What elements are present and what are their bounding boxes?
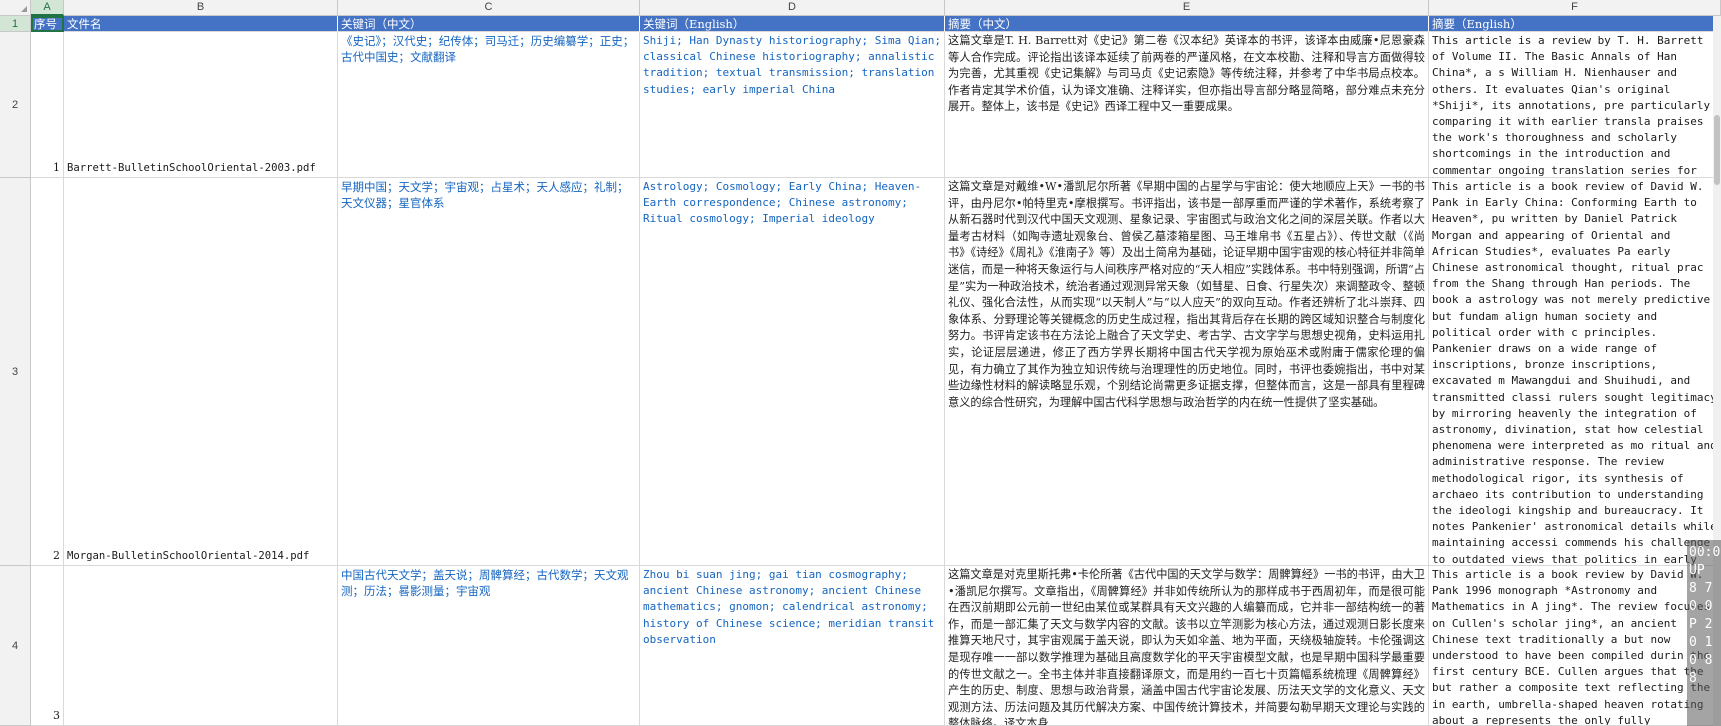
- header-seq-cell[interactable]: 序号: [31, 16, 64, 32]
- abstract-zh-cell[interactable]: 这篇文章是对克里斯托弗•卡伦所著《古代中国的天文学与数学：周髀算经》一书的书评，…: [945, 566, 1429, 726]
- keywords-en-cell[interactable]: Zhou bi suan jing; gai tian cosmography;…: [640, 566, 945, 726]
- keywords-en-cell[interactable]: Shiji; Han Dynasty historiography; Sima …: [640, 32, 945, 178]
- select-all-triangle-icon: [21, 6, 27, 12]
- column-header-f[interactable]: F: [1429, 0, 1721, 16]
- abstract-zh-cell[interactable]: 这篇文章是T. H. Barrett对《史记》第二卷《汉本纪》英译本的书评，该译…: [945, 32, 1429, 178]
- floating-overlay-widget: 00:0 UP 8 7 0 0 P 2 0 1 0 8 8: [1687, 540, 1721, 726]
- abstract-zh-cell[interactable]: 这篇文章是对戴维•W•潘凯尼尔所著《早期中国的占星学与宇宙论：使大地顺应上天》一…: [945, 178, 1429, 566]
- column-header-c[interactable]: C: [338, 0, 640, 16]
- filename-cell[interactable]: Morgan-BulletinSchoolOriental-2014.pdf: [64, 178, 338, 566]
- keywords-zh-cell[interactable]: 《史记》；汉代史；纪传体；司马迁；历史编纂学；正史；古代中国史；文献翻译: [338, 32, 640, 178]
- filename-cell[interactable]: Barrett-BulletinSchoolOriental-2003.pdf: [64, 32, 338, 178]
- column-header-a[interactable]: A: [31, 0, 64, 16]
- keywords-zh-cell[interactable]: 早期中国；天文学；宇宙观；占星术；天人感应；礼制；天文仪器；星官体系: [338, 178, 640, 566]
- row-header-1[interactable]: 1: [0, 16, 31, 32]
- keywords-zh-cell[interactable]: 中国古代天文学；盖天说；周髀算经；古代数学；天文观测；历法；晷影测量；宇宙观: [338, 566, 640, 726]
- abstract-en-cell[interactable]: This article is a book review of David W…: [1429, 178, 1721, 566]
- header-abs-en-cell[interactable]: 摘要（English）: [1429, 16, 1721, 32]
- header-filename-cell[interactable]: 文件名: [64, 16, 338, 32]
- abstract-en-cell[interactable]: This article is a review by T. H. Barret…: [1429, 32, 1721, 178]
- header-abs-zh-cell[interactable]: 摘要（中文）: [945, 16, 1429, 32]
- row-header-2[interactable]: 2: [0, 32, 31, 178]
- abstract-en-cell[interactable]: This article is a book review by David W…: [1429, 566, 1721, 726]
- row-header-3[interactable]: 3: [0, 178, 31, 566]
- header-kw-en-cell[interactable]: 关键词（English）: [640, 16, 945, 32]
- seq-cell[interactable]: 2: [31, 178, 64, 566]
- row-header-4[interactable]: 4: [0, 566, 31, 726]
- column-header-b[interactable]: B: [64, 0, 338, 16]
- seq-cell[interactable]: 3: [31, 566, 64, 726]
- header-kw-zh-cell[interactable]: 关键词（中文）: [338, 16, 640, 32]
- vertical-scrollbar-thumb[interactable]: [1714, 115, 1720, 185]
- column-header-d[interactable]: D: [640, 0, 945, 16]
- keywords-en-cell[interactable]: Astrology; Cosmology; Early China; Heave…: [640, 178, 945, 566]
- select-all-corner[interactable]: [0, 0, 31, 16]
- column-header-e[interactable]: E: [945, 0, 1429, 16]
- filename-cell[interactable]: [64, 566, 338, 726]
- seq-cell[interactable]: 1: [31, 32, 64, 178]
